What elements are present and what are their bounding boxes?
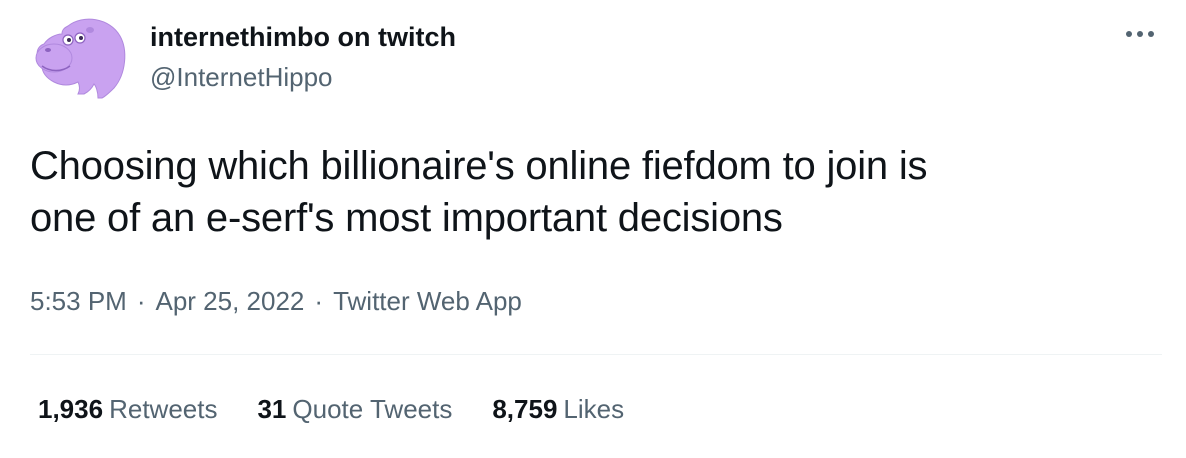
retweets-stat[interactable]: 1,936 Retweets bbox=[38, 392, 217, 426]
tweet-time[interactable]: 5:53 PM bbox=[30, 286, 127, 316]
tweet-text: Choosing which billionaire's online fief… bbox=[30, 140, 1150, 244]
quote-tweets-count: 31 bbox=[257, 394, 287, 424]
tweet-metadata: 5:53 PM · Apr 25, 2022 · Twitter Web App bbox=[30, 284, 522, 318]
more-options-button[interactable] bbox=[1120, 20, 1160, 48]
engagement-stats: 1,936 Retweets 31 Quote Tweets 8,759 Likes bbox=[38, 392, 624, 426]
likes-count: 8,759 bbox=[492, 394, 558, 424]
separator: · bbox=[136, 286, 146, 316]
tweet-date[interactable]: Apr 25, 2022 bbox=[156, 286, 305, 316]
retweets-label: Retweets bbox=[109, 394, 218, 424]
avatar[interactable] bbox=[28, 16, 128, 100]
display-name[interactable]: internethimbo on twitch bbox=[150, 20, 456, 54]
likes-stat[interactable]: 8,759 Likes bbox=[492, 392, 624, 426]
retweets-count: 1,936 bbox=[38, 394, 104, 424]
quote-tweets-stat[interactable]: 31 Quote Tweets bbox=[257, 392, 452, 426]
divider bbox=[30, 354, 1162, 355]
tweet-card: internethimbo on twitch @InternetHippo C… bbox=[0, 0, 1186, 458]
likes-label: Likes bbox=[563, 394, 625, 424]
quote-tweets-label: Quote Tweets bbox=[292, 394, 453, 424]
user-handle[interactable]: @InternetHippo bbox=[150, 60, 333, 94]
hippo-avatar-icon bbox=[35, 18, 126, 99]
separator: · bbox=[314, 286, 324, 316]
more-horizontal-icon bbox=[1126, 31, 1154, 37]
tweet-source[interactable]: Twitter Web App bbox=[333, 286, 522, 316]
tweet-text-line: Choosing which billionaire's online fief… bbox=[30, 144, 928, 188]
tweet-text-line: one of an e-serf's most important decisi… bbox=[30, 196, 783, 240]
